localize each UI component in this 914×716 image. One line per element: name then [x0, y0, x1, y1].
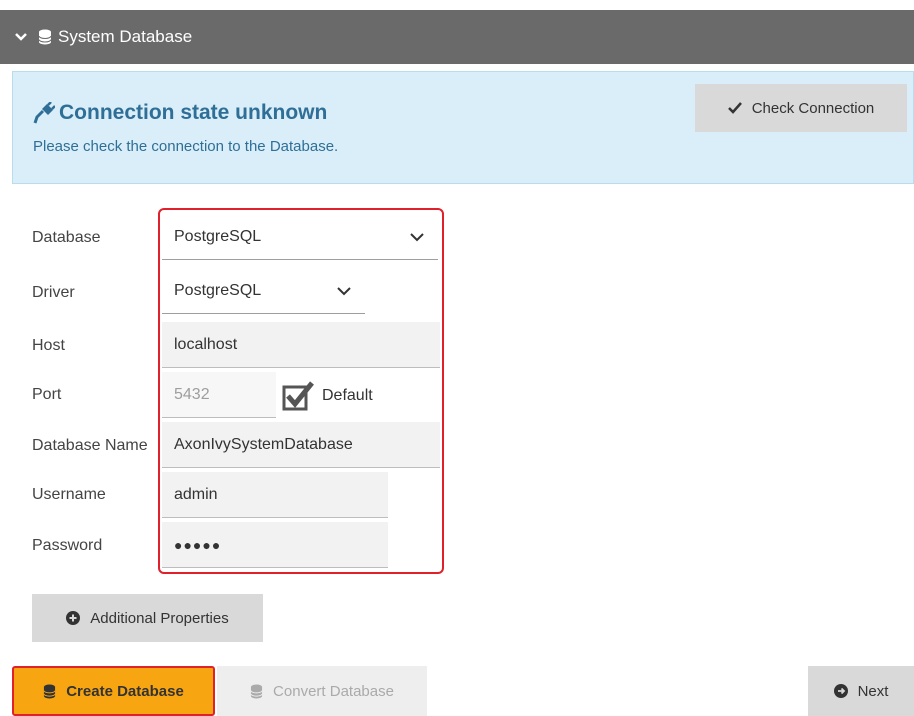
chevron-down-icon — [410, 232, 424, 241]
database-name-label: Database Name — [32, 437, 148, 454]
chevron-down-icon — [15, 33, 27, 41]
username-label: Username — [32, 486, 106, 503]
port-label: Port — [32, 386, 62, 403]
plug-icon — [33, 102, 55, 124]
database-icon — [43, 684, 56, 698]
database-icon — [38, 29, 52, 45]
checkbox-checked-icon — [282, 381, 314, 411]
database-icon — [250, 684, 263, 698]
connection-status-subtitle: Please check the connection to the Datab… — [33, 138, 339, 155]
connection-status-text: Connection state unknown — [59, 101, 328, 124]
check-connection-label: Check Connection — [751, 99, 875, 117]
create-database-button[interactable]: Create Database — [12, 666, 215, 716]
database-name-input[interactable]: AxonIvySystemDatabase — [162, 422, 440, 468]
connection-status-title: Connection state unknown — [33, 101, 327, 125]
panel-title: System Database — [58, 27, 193, 46]
default-port-checkbox[interactable]: Default — [282, 381, 373, 411]
port-input-placeholder: 5432 — [174, 385, 210, 403]
database-label: Database — [32, 229, 101, 246]
check-icon — [727, 102, 742, 114]
create-database-label: Create Database — [66, 682, 184, 700]
port-input[interactable]: 5432 — [162, 372, 276, 418]
password-input[interactable]: ●●●●● — [162, 522, 388, 568]
password-value: ●●●●● — [174, 536, 222, 553]
plus-circle-icon — [66, 611, 81, 625]
username-value: admin — [174, 485, 218, 503]
driver-label: Driver — [32, 284, 75, 301]
driver-select[interactable]: PostgreSQL — [162, 268, 365, 314]
convert-database-button[interactable]: Convert Database — [217, 666, 427, 716]
default-port-label: Default — [322, 387, 373, 404]
additional-properties-label: Additional Properties — [90, 609, 229, 627]
next-label: Next — [857, 682, 889, 700]
host-label: Host — [32, 337, 65, 354]
host-input[interactable]: localhost — [162, 322, 440, 368]
database-select-value: PostgreSQL — [174, 227, 262, 245]
check-connection-button[interactable]: Check Connection — [695, 84, 907, 132]
database-name-value: AxonIvySystemDatabase — [174, 435, 353, 453]
chevron-down-icon — [337, 286, 351, 295]
username-input[interactable]: admin — [162, 472, 388, 518]
next-button[interactable]: Next — [808, 666, 914, 716]
panel-header[interactable]: System Database — [0, 10, 914, 64]
arrow-circle-right-icon — [833, 684, 848, 698]
host-input-value: localhost — [174, 335, 238, 353]
additional-properties-button[interactable]: Additional Properties — [32, 594, 263, 642]
password-label: Password — [32, 537, 103, 554]
convert-database-label: Convert Database — [273, 682, 394, 700]
database-select[interactable]: PostgreSQL — [162, 214, 438, 260]
driver-select-value: PostgreSQL — [174, 281, 262, 299]
